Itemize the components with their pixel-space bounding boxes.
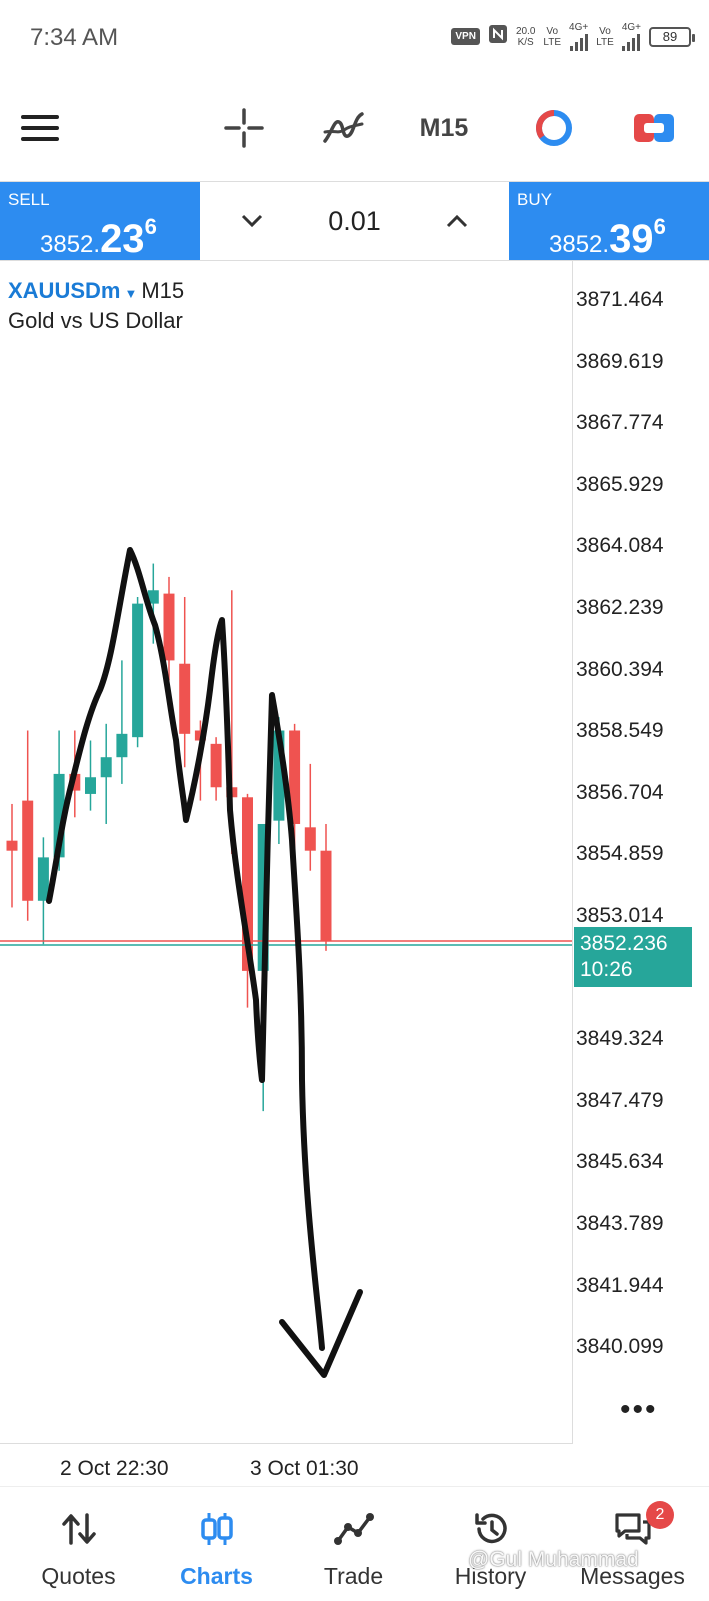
time-label: 3 Oct 01:30: [250, 1457, 359, 1480]
sim1-volte: Vo LTE: [543, 26, 561, 48]
signal-icon: [622, 33, 641, 51]
lot-size-control: 0.01: [200, 182, 509, 260]
one-click-trading-panel: SELL 3852.236 0.01 BUY 3852.396: [0, 181, 709, 261]
price-tick: 3854.859: [576, 842, 664, 866]
lot-size-input[interactable]: 0.01: [328, 206, 381, 237]
buy-price-main: 3852.: [549, 231, 610, 258]
bullish-candle: [116, 733, 128, 758]
price-tick: 3867.774: [576, 411, 664, 435]
nav-label: History: [454, 1563, 527, 1589]
buy-button[interactable]: BUY 3852.396: [509, 182, 709, 260]
nav-label: Quotes: [41, 1563, 116, 1589]
timeframe-button[interactable]: M15: [412, 106, 476, 150]
price-tick: 3845.634: [576, 1150, 664, 1174]
price-tick: 3849.324: [576, 1027, 664, 1051]
bar-countdown-timer: 10:26: [580, 957, 633, 981]
bearish-candle: [6, 840, 18, 851]
bearish-candle: [163, 593, 175, 661]
nav-label: Messages: [580, 1563, 685, 1589]
nav-charts[interactable]: Charts: [146, 1487, 287, 1601]
status-bar: 7:34 AM VPN 20.0 K/S Vo LTE 4G+ Vo LTE 4…: [0, 0, 709, 78]
time-axis: 2 Oct 22:30 3 Oct 01:30: [0, 1443, 572, 1483]
chevron-up-icon[interactable]: [430, 208, 484, 234]
price-axis[interactable]: 3840.099 3841.944 3843.789 3845.634 3847.479…: [572, 260, 709, 1443]
quotes-icon: [61, 1513, 96, 1545]
net-speed: 20.0 K/S: [516, 26, 535, 48]
sim2-vo: Vo: [599, 25, 611, 37]
price-tick: 3869.619: [576, 349, 664, 373]
chevron-down-icon[interactable]: [225, 208, 279, 234]
speed-value: 20.0: [515, 25, 536, 37]
price-tick: 3840.099: [576, 1335, 664, 1359]
nav-trade[interactable]: Trade: [283, 1487, 424, 1601]
speed-unit: K/S: [517, 36, 534, 48]
buy-label: BUY: [517, 190, 552, 209]
current-price-value: 3852.236: [580, 931, 668, 955]
bullish-candle: [100, 757, 112, 778]
sim1-network: 4G+: [569, 22, 589, 33]
price-tick: 3862.239: [576, 596, 664, 619]
price-tick: 3856.704: [576, 780, 664, 804]
history-icon: [474, 1513, 507, 1544]
chart-toolbar: M15: [0, 78, 709, 178]
nfc-icon: [488, 24, 508, 49]
bearish-candle: [22, 800, 34, 901]
battery-level: 89: [662, 29, 678, 44]
bullish-candle: [85, 777, 96, 794]
chart-style-icon[interactable]: [532, 106, 576, 150]
chart-canvas[interactable]: XAUUSDm ▼ M15 Gold vs US Dollar: [0, 260, 573, 1444]
unread-badge: 2: [646, 1501, 674, 1529]
trade-icon: [333, 1513, 374, 1545]
sim1-lte: LTE: [543, 36, 562, 48]
time-label: 2 Oct 22:30: [60, 1457, 169, 1480]
buy-price-pip: 6: [653, 214, 666, 239]
crosshair-icon[interactable]: [222, 106, 266, 150]
price-tick: 3847.479: [576, 1088, 664, 1112]
status-icons: VPN 20.0 K/S Vo LTE 4G+ Vo LTE 4G+ 89: [451, 22, 695, 51]
price-tick: 3853.014: [576, 904, 664, 927]
nav-history[interactable]: History: [420, 1487, 561, 1601]
bearish-candle: [304, 827, 316, 851]
charts-icon: [200, 1513, 233, 1545]
price-tick: 3841.944: [576, 1273, 664, 1297]
nav-messages[interactable]: 2 Messages: [562, 1487, 703, 1601]
nav-label: Charts: [180, 1563, 253, 1589]
candles-layer: [6, 563, 332, 1112]
battery-icon: 89: [649, 26, 695, 47]
price-tick: 3860.394: [576, 657, 664, 681]
status-time: 7:34 AM: [30, 24, 119, 51]
price-tick: 3871.464: [576, 288, 664, 311]
sim1-signal: 4G+: [569, 22, 588, 51]
vpn-icon: VPN: [451, 28, 480, 45]
buy-price-big: 39: [609, 217, 654, 261]
sell-price-big: 23: [100, 217, 145, 261]
price-tick: 3858.549: [576, 719, 664, 743]
price-tick: 3864.084: [576, 534, 664, 558]
menu-icon[interactable]: [18, 106, 62, 150]
signal-icon: [569, 33, 588, 51]
candlestick-chart: [0, 547, 572, 1378]
current-price-label: 3852.236 10:26: [574, 926, 692, 987]
bearish-candle: [179, 663, 191, 734]
sell-price-main: 3852.: [40, 231, 101, 258]
indicators-icon[interactable]: [320, 106, 368, 150]
sell-button[interactable]: SELL 3852.236: [0, 182, 200, 260]
trade-toggle-icon[interactable]: [632, 106, 676, 150]
bullish-candle: [132, 603, 144, 738]
sell-price-pip: 6: [144, 214, 157, 239]
nav-label: Trade: [323, 1563, 384, 1589]
price-tick: 3843.789: [576, 1212, 664, 1235]
bearish-candle: [320, 850, 332, 941]
sim2-lte: LTE: [596, 36, 614, 48]
sim1-vo: Vo: [546, 25, 559, 37]
bottom-navigation: Quotes Charts Trade History 2 Messages: [0, 1486, 709, 1601]
price-tick: 3865.929: [576, 472, 664, 496]
nav-quotes[interactable]: Quotes: [8, 1487, 149, 1601]
bearish-candle: [210, 743, 222, 788]
more-options-icon[interactable]: •••: [620, 1393, 658, 1427]
sim2-volte: Vo LTE: [596, 26, 614, 48]
timeframe-label: M15: [419, 113, 469, 142]
sim2-network: 4G+: [621, 22, 641, 33]
sim2-signal: 4G+: [622, 22, 641, 51]
